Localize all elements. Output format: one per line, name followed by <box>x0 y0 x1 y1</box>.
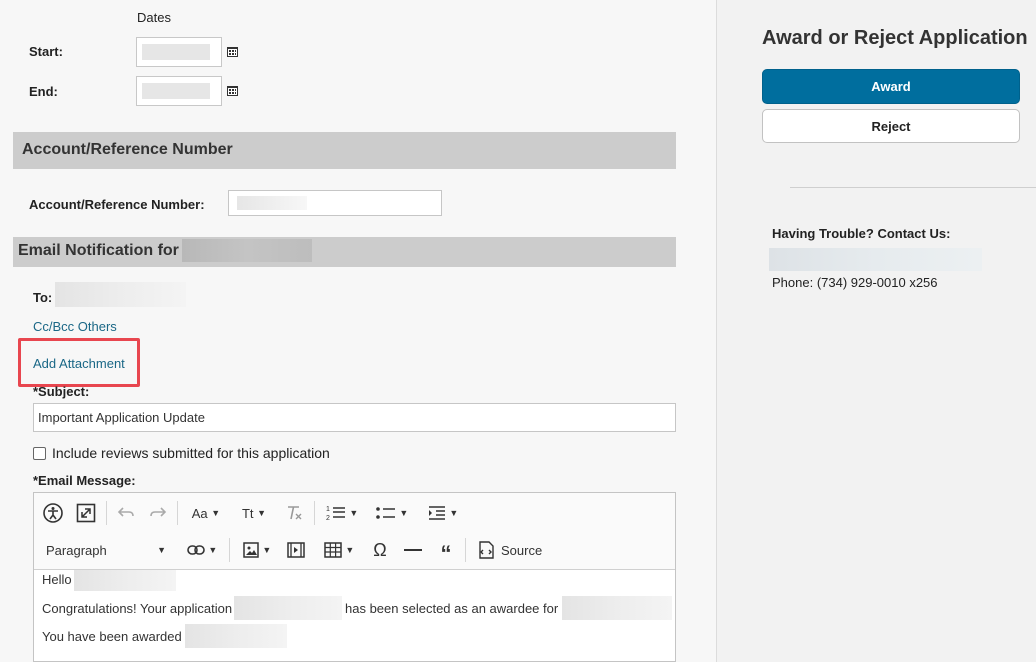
trouble-heading: Having Trouble? Contact Us: <box>772 226 951 241</box>
table-icon <box>323 542 342 558</box>
chevron-down-icon: ▼ <box>449 508 459 518</box>
redacted-amount <box>185 624 287 648</box>
calendar-icon[interactable] <box>227 46 238 57</box>
font-size-icon: Aa <box>191 505 208 521</box>
svg-text:1: 1 <box>326 506 330 513</box>
contact-phone: Phone: (734) 929-0010 x256 <box>772 275 938 290</box>
account-section-header: Account/Reference Number <box>13 132 676 169</box>
redacted-name <box>74 570 176 591</box>
link-dropdown[interactable]: ▼ <box>182 538 222 562</box>
chevron-down-icon: ▼ <box>257 508 267 518</box>
end-date-input[interactable] <box>136 76 222 106</box>
text-transform-dropdown[interactable]: Tt ▼ <box>234 501 274 525</box>
indent-icon <box>428 506 445 520</box>
bulleted-list-dropdown[interactable]: ▼ <box>370 501 414 525</box>
redo-icon[interactable] <box>146 501 170 525</box>
account-number-label: Account/Reference Number: <box>29 197 205 212</box>
text-transform-icon: Tt <box>241 505 254 521</box>
application-form: Dates Start: End: Account/Reference Numb… <box>0 0 716 662</box>
congrats-text-start: Congratulations! Your application <box>42 601 233 616</box>
chevron-down-icon: ▼ <box>157 545 166 555</box>
redacted-value <box>142 44 210 60</box>
account-number-input[interactable] <box>228 190 442 216</box>
remove-format-icon[interactable] <box>282 501 306 525</box>
chevron-down-icon: ▼ <box>349 508 359 518</box>
attachment-highlight-box <box>18 338 140 387</box>
divider <box>790 187 1036 188</box>
source-label: Source <box>501 542 543 558</box>
image-dropdown[interactable]: ▼ <box>236 538 278 562</box>
start-date-label: Start: <box>29 44 63 59</box>
paragraph-format-value: Paragraph <box>46 542 107 558</box>
svg-text:2: 2 <box>326 515 330 522</box>
redacted-recipient <box>55 282 186 307</box>
link-icon <box>186 545 205 555</box>
congrats-text-end: has been selected as an awardee for <box>345 601 559 616</box>
award-button[interactable]: Award <box>762 69 1020 104</box>
chevron-down-icon: ▼ <box>345 545 355 555</box>
chevron-down-icon: ▼ <box>211 508 221 518</box>
start-date-input[interactable] <box>136 37 222 67</box>
font-size-dropdown[interactable]: Aa ▼ <box>186 501 226 525</box>
subject-input[interactable]: Important Application Update <box>33 403 676 432</box>
email-message-editor[interactable]: Aa ▼ Tt ▼ 12 ▼ ▼ ▼ Paragraph ▼ ▼ ▼ ▼ Ω “… <box>33 492 676 662</box>
end-date-label: End: <box>29 84 58 99</box>
chevron-down-icon: ▼ <box>399 508 409 518</box>
cc-bcc-link[interactable]: Cc/Bcc Others <box>33 319 117 334</box>
to-label: To: <box>33 290 53 305</box>
subject-label: *Subject: <box>33 384 90 399</box>
redacted-value <box>237 196 307 210</box>
redacted-application <box>234 596 342 620</box>
numbered-list-dropdown[interactable]: 12 ▼ <box>321 501 363 525</box>
redacted-value <box>142 83 210 99</box>
dates-title: Dates <box>137 10 171 25</box>
editor-toolbar: Aa ▼ Tt ▼ 12 ▼ ▼ ▼ Paragraph ▼ ▼ ▼ ▼ Ω “… <box>34 493 675 570</box>
indent-dropdown[interactable]: ▼ <box>422 501 464 525</box>
redacted-contact-email <box>769 248 982 271</box>
media-embed-icon[interactable] <box>284 538 308 562</box>
fullscreen-icon[interactable] <box>74 501 98 525</box>
redacted-award-name <box>562 596 672 620</box>
chevron-down-icon: ▼ <box>262 545 272 555</box>
table-dropdown[interactable]: ▼ <box>318 538 360 562</box>
accessibility-icon[interactable] <box>41 501 65 525</box>
reject-button[interactable]: Reject <box>762 109 1020 143</box>
undo-icon[interactable] <box>114 501 138 525</box>
email-message-label: *Email Message: <box>33 473 136 488</box>
source-code-icon <box>479 541 494 559</box>
paragraph-format-dropdown[interactable]: Paragraph ▼ <box>40 538 170 562</box>
greeting-text: Hello <box>42 572 72 587</box>
email-section-header: Email Notification for <box>13 237 676 267</box>
include-reviews-checkbox[interactable] <box>33 447 46 460</box>
email-section-title: Email Notification for <box>18 242 179 259</box>
blockquote-icon[interactable]: “ <box>434 538 458 565</box>
special-characters-icon[interactable]: Ω <box>368 538 392 562</box>
greeting-line: Hello <box>42 572 72 587</box>
include-reviews-label: Include reviews submitted for this appli… <box>52 445 330 461</box>
source-button[interactable]: Source <box>476 538 550 562</box>
bulleted-list-icon <box>375 507 395 519</box>
numbered-list-icon: 12 <box>326 506 345 522</box>
horizontal-line-icon[interactable] <box>401 538 425 562</box>
award-reject-title: Award or Reject Application <box>762 27 1028 49</box>
image-icon <box>242 542 259 558</box>
chevron-down-icon: ▼ <box>208 545 218 555</box>
redacted-applicant-name <box>182 239 312 262</box>
calendar-icon[interactable] <box>227 85 238 96</box>
awarded-text: You have been awarded <box>42 629 182 644</box>
